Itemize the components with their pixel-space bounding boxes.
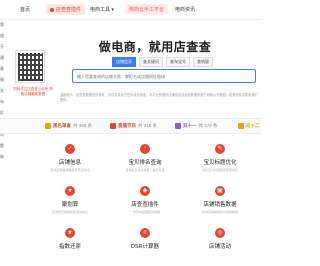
section-label: 直播节目	[118, 123, 136, 128]
left-strip-char: 客	[0, 66, 4, 71]
nav-plugin-link[interactable]: 店查查插件	[46, 4, 86, 15]
search-tabs: 店铺信息 查关键词 查淘宝号 查销量	[112, 57, 213, 67]
card-index-restore[interactable]: ★ 指数还原	[35, 224, 105, 250]
card-plugin[interactable]: ◆ 店查查插件 一键查询店铺宝贝数据	[110, 182, 180, 222]
card-dsr-calculator[interactable]: ≡ DSR计算器	[110, 224, 180, 250]
card-title: DSR计算器	[130, 244, 160, 250]
edit-icon: ✎	[215, 144, 225, 154]
live-icon	[110, 123, 116, 129]
card-desc: 查询店铺信用等级及开店时间	[50, 168, 90, 172]
nav-tools-label: 电商工具	[90, 7, 111, 13]
page-title: 做电商，就用店查查	[98, 40, 212, 54]
section-count: 共 388 条	[73, 123, 93, 128]
section-blacklist[interactable]: 黑名单查 共 388 条	[45, 123, 92, 129]
card-desc: 查询店铺销量和月销量数据	[201, 210, 238, 214]
section-count: 共 310 条	[138, 123, 158, 128]
search-input[interactable]	[77, 73, 237, 79]
left-strip-char: 联	[0, 154, 4, 159]
card-sales-data[interactable]: ▣ 店铺销售数据 查询店铺销量和月销量数据	[185, 182, 255, 222]
chevron-down-icon: ▾	[111, 7, 114, 13]
nav-cloud-link[interactable]: 电商云手工平台	[125, 4, 169, 15]
search-box	[72, 69, 256, 83]
qr-caption: 扫码关注店查查公众号 获取店铺最新数据	[13, 87, 53, 96]
tab-taobao-id[interactable]: 查淘宝号	[166, 57, 190, 67]
qr-code-image	[15, 50, 45, 83]
section-bar: 黑名单查 共 388 条 直播节目 共 310 条 双十一 共 272 条 双十…	[0, 118, 261, 134]
nav-news-link[interactable]: 电商资讯	[175, 6, 195, 13]
card-rank-query[interactable]: ↑ 宝贝排名查询 查询宝贝搜索排名，提升流量	[110, 140, 180, 180]
card-title: 指数还原	[58, 244, 81, 250]
top-nav: 首页 店查查插件 电商工具 ▾ 电商云手工平台 电商资讯	[0, 0, 261, 20]
blacklist-icon	[45, 123, 51, 129]
left-strip-char: 题	[0, 143, 4, 148]
activity-icon: ◎	[215, 228, 225, 238]
rank-icon: ↑	[140, 144, 150, 154]
star-icon: ★	[65, 228, 75, 238]
card-title: 店铺信息	[58, 160, 81, 166]
heart-icon: ♥	[65, 186, 75, 196]
card-title-optimize[interactable]: ✎ 宝贝标题优化 优化宝贝标题提高搜索排名	[185, 140, 255, 180]
left-strip-char: 开	[0, 44, 4, 49]
left-strip-char: 服	[0, 77, 4, 82]
card-juhuasuan[interactable]: ♥ 聚划算 查询聚划算报名和活动信息	[35, 182, 105, 222]
section-label: 双十二	[246, 123, 260, 128]
card-desc: 查询聚划算报名和活动信息	[51, 210, 88, 214]
nav-home-link[interactable]: 首页	[20, 6, 30, 13]
left-strip-char: 反	[0, 110, 4, 115]
nav-tools-link[interactable]: 电商工具 ▾	[90, 6, 114, 13]
card-shop-activity[interactable]: ◎ 店铺活动	[185, 224, 255, 250]
left-strip-char: 布	[0, 99, 4, 104]
card-title: 聚划算	[61, 202, 79, 208]
notice-text: 温馨提示：店查查数据仅供参考，请勿将其用于任何非法用途。本平台所提供店铺信息及运…	[60, 93, 258, 102]
left-side-strip: 频道开通客服发布反馈问题联	[0, 22, 8, 182]
tab-sales[interactable]: 查销量	[193, 57, 213, 67]
left-strip-char: 通	[0, 55, 4, 60]
section-count: 共 272 条	[198, 123, 218, 128]
tab-shop-info[interactable]: 店铺信息	[112, 57, 136, 67]
card-title: 宝贝标题优化	[203, 160, 237, 166]
tab-keyword[interactable]: 查关键词	[139, 57, 163, 67]
card-desc: 优化宝贝标题提高搜索排名	[201, 168, 238, 172]
calculator-icon: ≡	[140, 228, 150, 238]
card-title: 店铺活动	[208, 244, 231, 250]
card-title: 店铺销售数据	[203, 202, 237, 208]
left-strip-char: 频	[0, 22, 4, 27]
sales-icon: ▣	[215, 186, 225, 196]
card-title: 宝贝排名查询	[128, 160, 162, 166]
nav-plugin-label: 店查查插件	[56, 7, 82, 13]
plugin-icon	[50, 7, 54, 12]
card-desc: 一键查询店铺宝贝数据	[129, 210, 160, 214]
section-double12[interactable]: 双十二	[238, 123, 260, 129]
card-shop-info[interactable]: ✓ 店铺信息 查询店铺信用等级及开店时间	[35, 140, 105, 180]
card-title: 店查查插件	[131, 202, 159, 208]
double11-icon	[175, 123, 181, 129]
double12-icon	[238, 123, 244, 129]
left-strip-char: 发	[0, 88, 4, 93]
shop-info-icon: ✓	[65, 144, 75, 154]
section-live[interactable]: 直播节目 共 310 条	[110, 123, 157, 129]
left-strip-char: 道	[0, 33, 4, 38]
plugin-icon: ◆	[140, 186, 150, 196]
section-double11[interactable]: 双十一 共 272 条	[175, 123, 218, 129]
section-label: 双十一	[183, 123, 197, 128]
section-label: 黑名单查	[53, 123, 71, 128]
card-desc: 查询宝贝搜索排名，提升流量	[125, 168, 165, 172]
